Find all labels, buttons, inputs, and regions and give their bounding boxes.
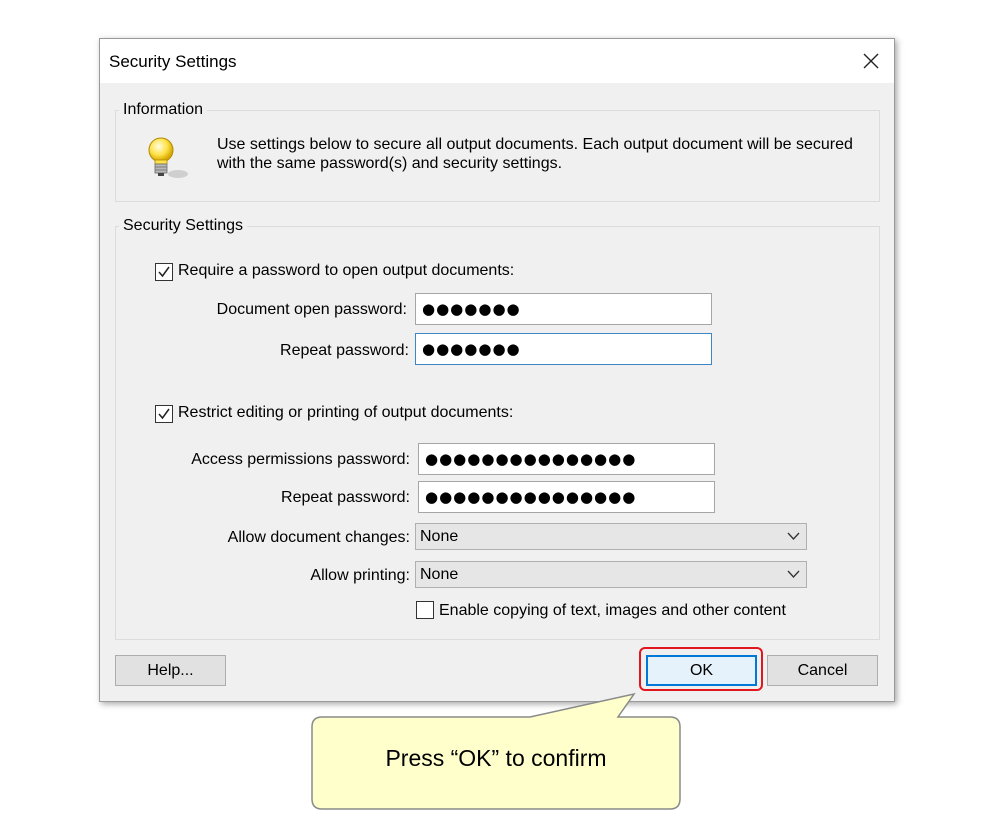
callout-text: Press “OK” to confirm (385, 745, 607, 771)
callout-bubble (311, 692, 681, 810)
